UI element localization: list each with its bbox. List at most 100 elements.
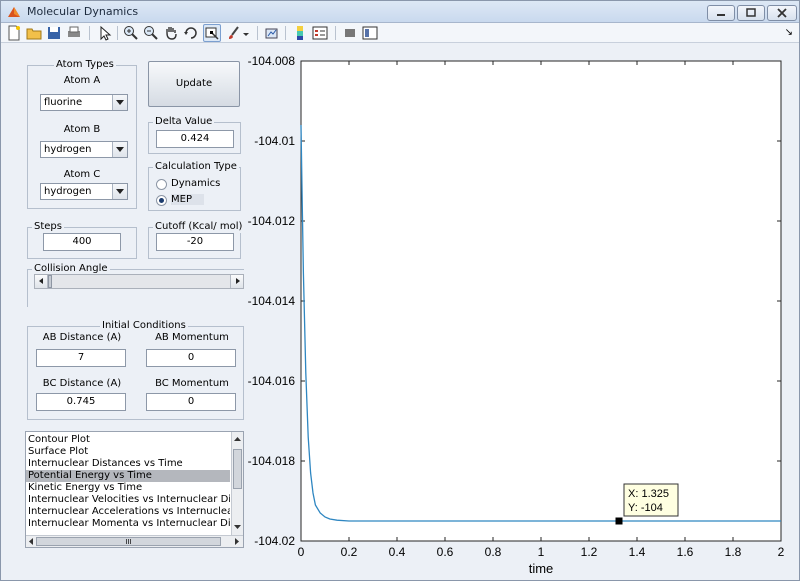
brush-dropdown[interactable] <box>241 24 251 42</box>
y-tick-label: -104.012 <box>248 214 296 228</box>
list-item[interactable]: Internuclear Distances vs Time <box>26 458 230 470</box>
ab-distance-input[interactable]: 7 <box>36 349 126 367</box>
data-cursor-icon <box>205 27 219 40</box>
zoom-in-icon <box>124 26 138 40</box>
horizontal-scroll-thumb[interactable]: III <box>36 537 221 546</box>
link-plot-icon <box>265 28 278 39</box>
atom-c-label: Atom C <box>63 169 101 180</box>
chevron-down-icon <box>112 184 127 199</box>
figure-toolbar: ↘ <box>1 23 799 43</box>
hand-icon <box>166 27 177 40</box>
update-button[interactable]: Update <box>148 61 240 107</box>
list-item[interactable]: Internuclear Velocities vs Internuclear … <box>26 494 230 506</box>
hide-plot-tools-icon <box>345 29 355 37</box>
axes-background[interactable] <box>300 60 782 542</box>
scroll-up-icon[interactable] <box>232 434 243 444</box>
y-tick-label: -104.02 <box>254 534 295 548</box>
vertical-scroll-thumb[interactable] <box>233 449 242 489</box>
x-tick-label: 2 <box>778 545 785 559</box>
radio-on-icon <box>156 195 167 206</box>
slider-right-arrow[interactable] <box>230 275 243 288</box>
insert-legend-button[interactable] <box>311 24 329 42</box>
link-plot-button[interactable] <box>263 24 281 42</box>
zoom-out-button[interactable] <box>142 24 160 42</box>
open-file-button[interactable] <box>25 24 43 42</box>
matlab-app-icon <box>8 7 20 17</box>
x-tick-label: 1.2 <box>581 545 598 559</box>
cutoff-input[interactable]: -20 <box>156 233 234 251</box>
list-horizontal-scrollbar[interactable]: III <box>26 535 243 547</box>
list-item[interactable]: Internuclear Accelerations vs Internucle… <box>26 506 230 518</box>
scroll-right-icon[interactable] <box>232 536 242 547</box>
colorbar-icon <box>297 26 303 40</box>
chevron-down-icon <box>112 142 127 157</box>
ab-momentum-label: AB Momentum <box>155 332 229 343</box>
maximize-button[interactable] <box>737 5 765 21</box>
atom-a-select[interactable]: fluorine <box>40 94 128 111</box>
zoom-in-button[interactable] <box>122 24 140 42</box>
slider-thumb[interactable] <box>48 275 52 288</box>
list-item[interactable]: Contour Plot <box>26 434 230 446</box>
steps-title: Steps <box>32 221 64 233</box>
hide-plot-tools-button[interactable] <box>341 24 359 42</box>
list-item[interactable]: Internuclear Momenta vs Internuclear Dis… <box>26 518 230 530</box>
dock-arrow-icon[interactable]: ↘ <box>785 27 793 38</box>
zoom-out-icon <box>144 26 158 40</box>
x-tick-label: 1 <box>538 545 545 559</box>
cutoff-title: Cutoff (Kcal/ mol) <box>153 221 245 233</box>
datatip-marker[interactable] <box>615 517 623 525</box>
insert-colorbar-button[interactable] <box>291 24 309 42</box>
list-item-selected[interactable]: Potential Energy vs Time <box>26 470 230 482</box>
maximize-icon <box>746 8 756 17</box>
new-figure-button[interactable] <box>5 24 23 42</box>
radio-off-icon <box>156 179 167 190</box>
scroll-left-icon[interactable] <box>26 536 36 547</box>
minimize-button[interactable] <box>707 5 735 21</box>
printer-icon <box>68 26 80 37</box>
list-item[interactable]: Kinetic Energy vs Time <box>26 482 230 494</box>
steps-input[interactable]: 400 <box>43 233 121 251</box>
atom-c-select[interactable]: hydrogen <box>40 183 128 200</box>
chevron-down-icon <box>112 95 127 110</box>
list-item[interactable]: Surface Plot <box>26 446 230 458</box>
bc-distance-input[interactable]: 0.745 <box>36 393 126 411</box>
rotate-3d-icon <box>184 27 197 39</box>
close-button[interactable] <box>767 5 797 21</box>
collision-angle-slider[interactable] <box>34 274 244 289</box>
print-figure-button[interactable] <box>65 24 83 42</box>
edit-plot-button[interactable] <box>95 24 113 42</box>
bc-momentum-label: BC Momentum <box>155 378 229 389</box>
control-panel: Atom Types Atom A fluorine Atom B hydrog… <box>1 43 248 551</box>
y-tick-label: -104.016 <box>248 374 296 388</box>
bc-momentum-input[interactable]: 0 <box>146 393 236 411</box>
x-axis-label: time <box>529 561 554 576</box>
window-title: Molecular Dynamics <box>27 5 139 18</box>
rotate-3d-button[interactable] <box>182 24 200 42</box>
list-vertical-scrollbar[interactable] <box>231 432 243 535</box>
scroll-down-icon[interactable] <box>232 522 243 532</box>
show-plot-tools-button[interactable] <box>361 24 379 42</box>
x-tick-label: 0.6 <box>437 545 454 559</box>
title-bar[interactable]: Molecular Dynamics <box>1 1 799 23</box>
y-tick-label: -104.014 <box>248 294 296 308</box>
data-cursor-button[interactable] <box>203 24 221 42</box>
save-icon <box>48 27 60 39</box>
atom-types-group: Atom Types Atom A fluorine Atom B hydrog… <box>27 59 137 209</box>
plot-type-listbox[interactable]: Contour Plot Surface Plot Internuclear D… <box>25 431 244 548</box>
save-figure-button[interactable] <box>45 24 63 42</box>
delta-value-title: Delta Value <box>153 116 215 128</box>
x-tick-label: 1.4 <box>629 545 646 559</box>
slider-left-arrow[interactable] <box>35 275 48 288</box>
initial-conditions-title: Initial Conditions <box>100 320 188 332</box>
x-tick-label: 0.2 <box>341 545 358 559</box>
folder-icon <box>26 28 42 40</box>
y-tick-label: -104.01 <box>254 134 295 148</box>
close-icon <box>777 8 787 18</box>
ab-momentum-input[interactable]: 0 <box>146 349 236 367</box>
delta-value-input[interactable]: 0.424 <box>156 130 234 148</box>
pointer-arrow-icon <box>100 25 112 41</box>
atom-b-select[interactable]: hydrogen <box>40 141 128 158</box>
initial-conditions-group: Initial Conditions AB Distance (A) AB Mo… <box>27 320 244 420</box>
show-plot-tools-icon <box>362 26 378 40</box>
pan-button[interactable] <box>162 24 180 42</box>
